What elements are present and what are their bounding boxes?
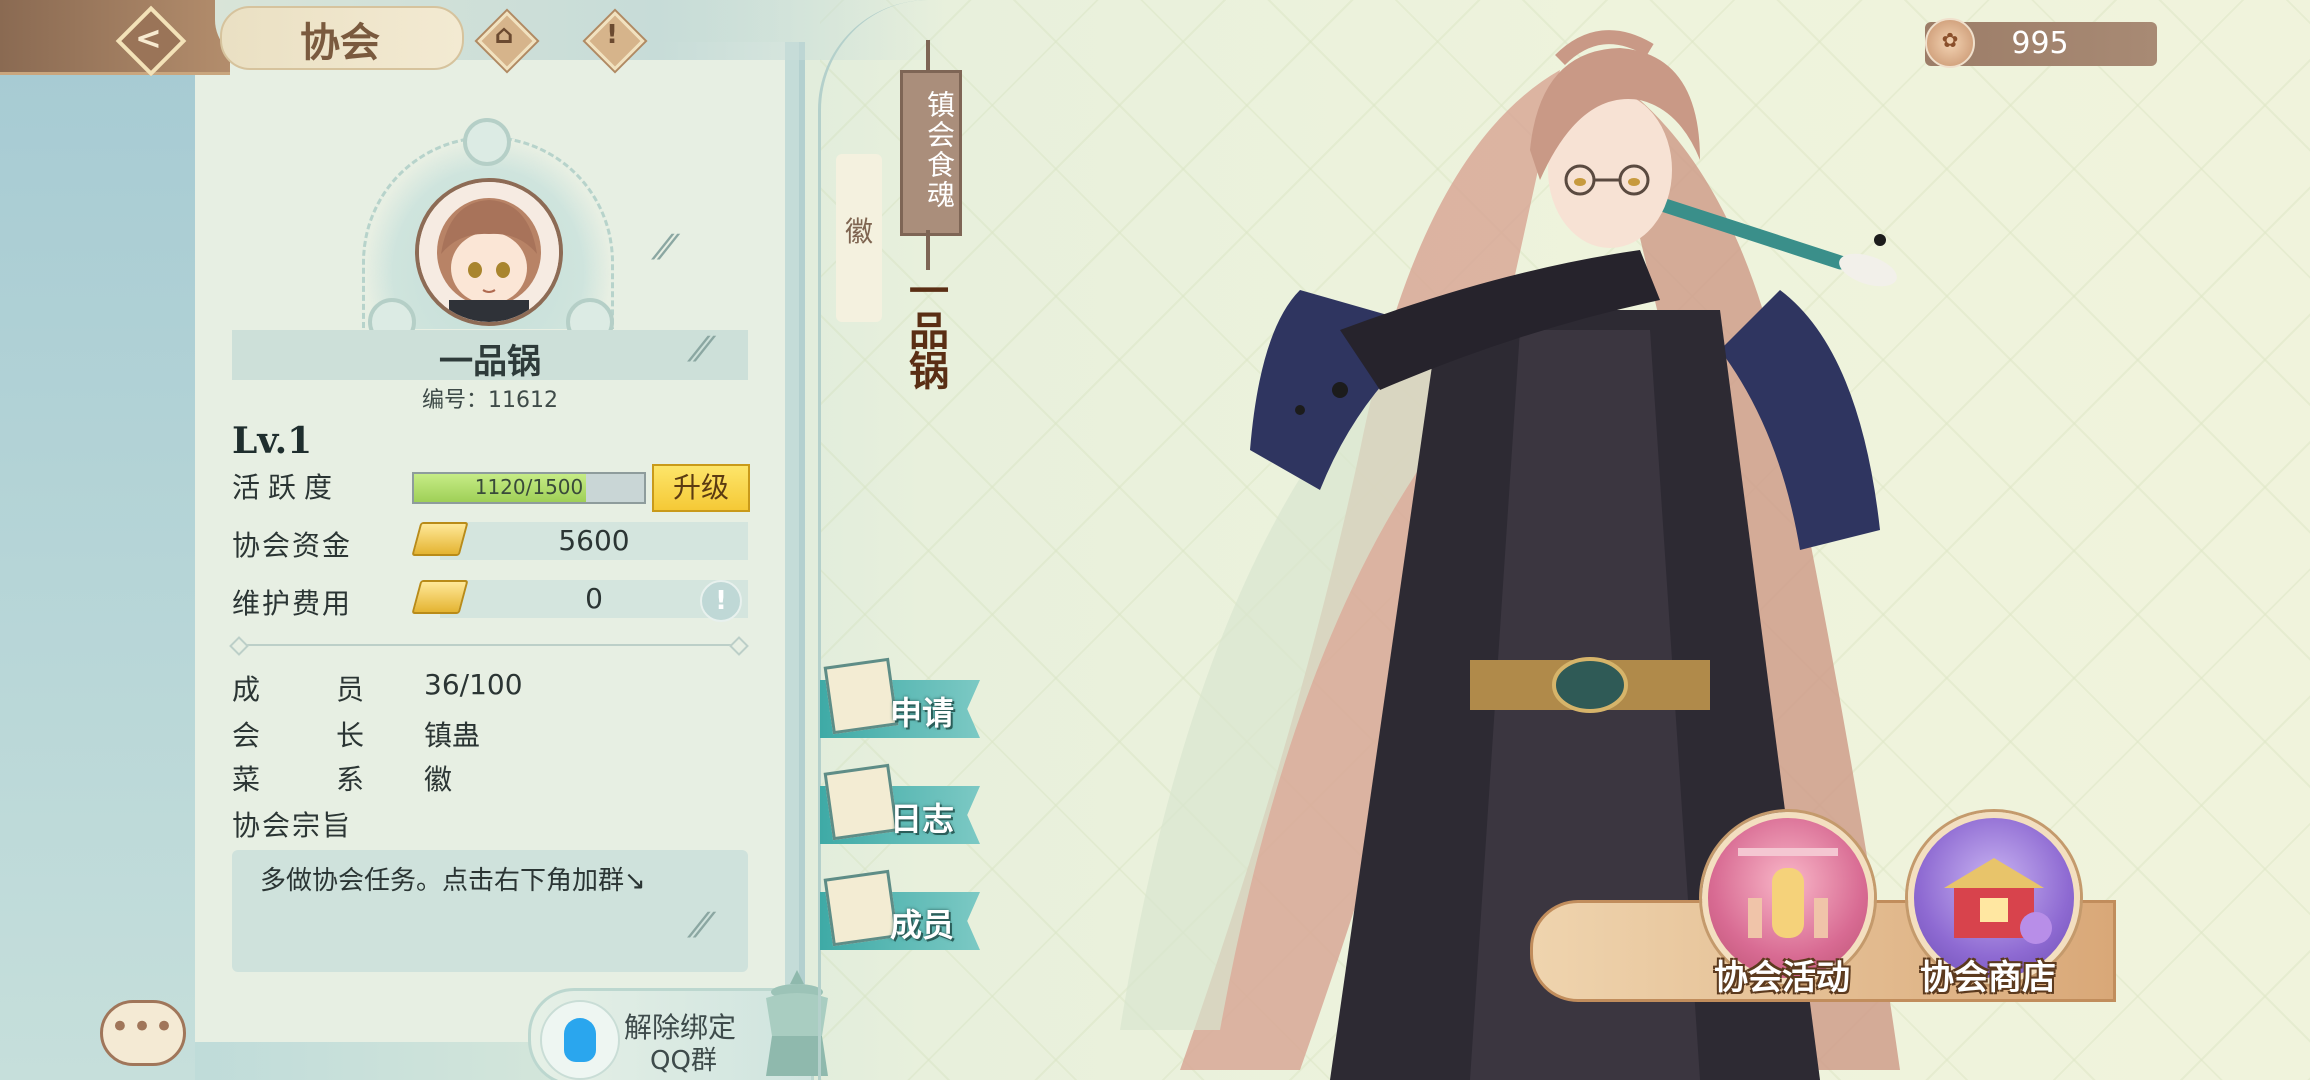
guild-name: 一品锅 — [439, 342, 541, 382]
notice-button[interactable]: ! — [585, 11, 645, 71]
cuisine-value: 徽 — [424, 763, 453, 796]
chat-button[interactable]: ••• — [100, 1000, 186, 1066]
back-arrow-icon: < — [135, 19, 162, 57]
chibi-portrait — [419, 182, 559, 322]
log-button[interactable]: 日志 — [820, 763, 986, 846]
members-button[interactable]: 成员 — [820, 869, 986, 952]
qq-group-label: QQ群 — [650, 1046, 717, 1076]
guild-screen: < 协会 ⌂ ! ✿ 995 ⁄⁄ 一品锅 ⁄⁄ 编号：11612 Lv.1 活… — [0, 0, 2310, 1080]
cuisine-emblem: 徽 — [836, 154, 882, 322]
log-icon — [823, 763, 899, 841]
banner-string — [926, 230, 930, 270]
guild-soul-name: 一品锅 — [902, 270, 949, 390]
guild-activity-label: 协会活动 — [1714, 958, 1850, 998]
activity-progress-bar: 1120/1500 — [412, 472, 646, 504]
members-label: 成员 — [232, 673, 441, 706]
qq-penguin-icon — [540, 1000, 620, 1080]
upgrade-button[interactable]: 升级 — [652, 464, 750, 512]
activity-progress-text: 1120/1500 — [474, 475, 584, 499]
top-band — [0, 0, 230, 75]
leader-label: 会长 — [232, 719, 441, 752]
activity-label: 活跃度 — [232, 471, 341, 504]
alert-icon: ! — [606, 20, 618, 50]
back-button[interactable]: < — [115, 5, 187, 77]
application-icon — [823, 657, 899, 735]
guild-level: Lv.1 — [232, 420, 313, 462]
edit-avatar-icon[interactable]: ⁄⁄ — [660, 228, 700, 268]
left-decor-strip — [0, 72, 195, 1080]
funds-label: 协会资金 — [232, 529, 353, 562]
banner-rod — [926, 40, 930, 70]
leader-value: 镇蛊 — [424, 719, 481, 752]
members-value: 36/100 — [424, 668, 523, 701]
ring-ornament — [463, 118, 511, 166]
section-divider — [238, 644, 740, 646]
chat-icon: ••• — [109, 1007, 177, 1047]
motto-text: 多做协会任务。点击右下角加群↘ — [260, 866, 646, 896]
guild-avatar[interactable] — [415, 178, 563, 326]
motto-label: 协会宗旨 — [232, 809, 353, 842]
application-button[interactable]: 申请 — [820, 657, 986, 740]
funds-value: 5600 — [558, 524, 630, 557]
cuisine-label: 菜系 — [232, 763, 441, 796]
page-title: 协会 — [300, 19, 380, 66]
guild-shop-label: 协会商店 — [1920, 958, 2056, 998]
guild-hall-icon: ⌂ — [494, 20, 514, 50]
coin-icon: ✿ — [1925, 18, 1975, 68]
guild-hall-button[interactable]: ⌂ — [477, 11, 537, 71]
currency-value: 995 — [2011, 26, 2069, 61]
log-label: 日志 — [890, 800, 955, 838]
upkeep-info-icon[interactable]: ! — [700, 580, 742, 622]
edit-motto-icon[interactable]: ⁄⁄ — [696, 906, 736, 946]
members-icon — [823, 869, 899, 947]
edit-name-icon[interactable]: ⁄⁄ — [696, 330, 736, 370]
application-label: 申请 — [890, 694, 955, 732]
banner-text: 镇会食魂 — [923, 90, 956, 210]
upkeep-label: 维护费用 — [232, 587, 353, 620]
members-label-btn: 成员 — [890, 906, 955, 944]
guild-id: 编号：11612 — [422, 388, 558, 413]
